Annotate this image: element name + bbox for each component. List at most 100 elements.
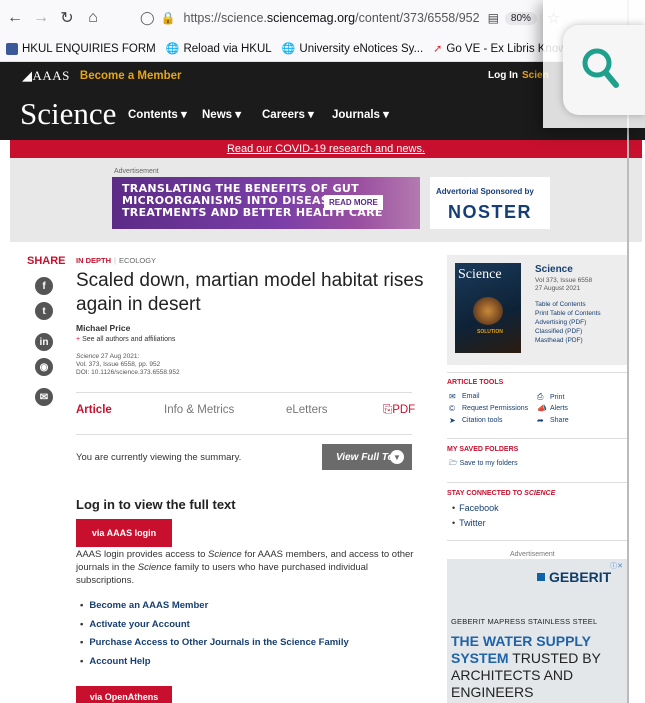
geberit-logo: GEBERIT — [537, 569, 611, 585]
login-heading: Log in to view the full text — [76, 497, 236, 512]
reddit-icon[interactable]: ◉ — [35, 358, 53, 376]
ad-read-more-button[interactable]: READ MORE — [324, 195, 383, 210]
noster-logo: NOSTER — [448, 202, 533, 222]
ad-headline: THE WATER SUPPLY SYSTEM TRUSTED BY ARCHIT… — [451, 633, 601, 700]
covid-link[interactable]: Read our COVID-19 research and news. — [227, 143, 425, 155]
bookmark-item[interactable]: HKUL ENQUIRIES FORM — [6, 42, 156, 55]
become-member-link[interactable]: Become a Member — [80, 70, 182, 82]
ad-choices-icon[interactable]: ⓘ✕ — [610, 561, 623, 571]
shield-icon[interactable]: ◯ — [140, 10, 155, 26]
tab-pdf[interactable]: ⎘PDF — [383, 404, 415, 417]
citation-info: Science 27 Aug 2021: Vol. 373, Issue 655… — [76, 353, 180, 376]
email-icon[interactable]: ✉ — [35, 388, 53, 406]
bookmark-item[interactable]: 🌐 University eNotices Sy... — [281, 42, 423, 56]
link-activate-account[interactable]: • Activate your Account — [80, 619, 190, 630]
issue-meta: Vol 373, Issue 6558 27 August 2021 — [535, 277, 593, 292]
tab-eletters[interactable]: eLetters — [286, 404, 328, 416]
link-print-toc[interactable]: Print Table of Contents — [535, 309, 601, 318]
top-advertisement: Advertisement TRANSLATING THE BENEFITS O… — [10, 158, 642, 242]
address-bar[interactable]: ◯ 🔒 https://science.sciencemag.org/conte… — [140, 6, 560, 30]
saved-folders-heading: MY SAVED FOLDERS — [447, 446, 519, 453]
folder-icon: 🗁 — [449, 460, 460, 467]
tab-info-metrics[interactable]: Info & Metrics — [164, 404, 234, 416]
tool-citation[interactable]: ➤ Citation tools — [449, 416, 502, 425]
search-icon[interactable] — [580, 44, 645, 92]
share-icon: ➦ — [537, 416, 544, 425]
linkedin-icon[interactable]: in — [35, 333, 53, 351]
globe-icon: 🌐 — [281, 43, 296, 55]
tool-alerts[interactable]: 📣 Alerts — [537, 404, 568, 413]
author-name[interactable]: Michael Price — [76, 323, 130, 333]
share-label: SHARE — [27, 255, 66, 267]
log-in-link[interactable]: Log In — [488, 70, 518, 81]
issue-links: Table of Contents Print Table of Content… — [535, 300, 601, 345]
sidebar-divider — [447, 372, 627, 373]
link-classified-pdf[interactable]: Classified (PDF) — [535, 327, 601, 336]
tabs-divider — [76, 434, 412, 435]
menu-news[interactable]: News ▾ — [202, 107, 241, 121]
globe-icon: 🌐 — [165, 43, 180, 55]
article-tools-heading: ARTICLE TOOLS — [447, 379, 504, 386]
sidebar-divider — [447, 482, 627, 483]
lock-icon[interactable]: 🔒 — [161, 11, 176, 25]
link-account-help[interactable]: • Account Help — [80, 656, 151, 667]
facebook-icon[interactable]: f — [35, 277, 53, 295]
tool-share[interactable]: ➦ Share — [537, 416, 569, 425]
aaas-login-button[interactable]: via AAAS login — [76, 519, 172, 547]
url-text[interactable]: https://science.sciencemag.org/content/3… — [184, 11, 480, 25]
tab-article[interactable]: Article — [76, 404, 112, 416]
bookmark-item[interactable]: 🌐 Reload via HKUL — [165, 42, 272, 56]
aaas-logo[interactable]: ◢AAAS — [22, 68, 70, 84]
copyright-icon: © — [449, 404, 455, 413]
twitter-icon[interactable]: t — [35, 302, 53, 320]
reader-view-icon[interactable]: ▤ — [488, 11, 499, 25]
article-title: Scaled down, martian model habitat rises… — [76, 270, 424, 315]
issue-cover-image[interactable]: Science SOLUTION — [455, 263, 521, 353]
printer-icon: ⎙ — [537, 392, 544, 401]
sidebar-divider — [447, 540, 627, 541]
covid-banner: Read our COVID-19 research and news. — [10, 140, 642, 158]
back-arrow-icon[interactable]: ← — [4, 7, 26, 29]
citation-icon: ➤ — [449, 416, 456, 425]
article-kicker: IN DEPTH | ECOLOGY — [76, 256, 157, 265]
stay-connected-heading: STAY CONNECTED TO SCIENCE — [447, 490, 556, 497]
save-to-folders-link[interactable]: 🗁 Save to my folders — [449, 459, 518, 470]
view-full-text-button[interactable]: View Full Text ▼ — [322, 444, 412, 470]
tabs-divider — [76, 392, 412, 393]
ad-banner[interactable]: TRANSLATING THE BENEFITS OF GUT MICROORG… — [112, 177, 420, 229]
reload-icon[interactable]: ↻ — [56, 7, 78, 29]
social-facebook-link[interactable]: • Facebook — [452, 503, 499, 513]
envelope-icon: ✉ — [449, 392, 456, 401]
tool-email[interactable]: ✉ Email — [449, 392, 480, 401]
zoom-level[interactable]: 80% — [504, 11, 537, 25]
ad-label: Advertisement — [510, 551, 555, 558]
science-logo[interactable]: Science — [20, 96, 116, 132]
exlibris-icon: ➚ — [433, 43, 443, 55]
advertorial-sponsor[interactable]: Advertorial Sponsored by NOSTER — [430, 177, 550, 229]
sidebar-advertisement[interactable]: ⓘ✕ GEBERIT GEBERIT MAPRESS STAINLESS STE… — [447, 559, 627, 703]
ad-label: Advertisement — [114, 168, 159, 175]
menu-journals[interactable]: Journals ▾ — [332, 107, 389, 121]
pdf-icon: ⎘ — [383, 404, 393, 416]
issue-title[interactable]: Science — [535, 264, 573, 275]
megaphone-icon: 📣 — [537, 404, 547, 413]
home-icon[interactable]: ⌂ — [82, 7, 104, 29]
openathens-login-button[interactable]: via OpenAthens — [76, 686, 172, 703]
link-become-member[interactable]: • Become an AAAS Member — [80, 600, 208, 611]
menu-contents[interactable]: Contents ▾ — [128, 107, 187, 121]
bookmark-favicon-icon — [6, 42, 18, 55]
tool-request-permissions[interactable]: © Request Permissions — [449, 404, 528, 413]
link-purchase-access[interactable]: • Purchase Access to Other Journals in th… — [80, 637, 349, 648]
chevron-down-icon: ▼ — [390, 450, 404, 464]
social-twitter-link[interactable]: • Twitter — [452, 518, 486, 528]
menu-careers[interactable]: Careers ▾ — [262, 107, 314, 121]
tool-print[interactable]: ⎙ Print — [537, 392, 564, 402]
link-advertising-pdf[interactable]: Advertising (PDF) — [535, 318, 601, 327]
login-description: AAAS login provides access to Science fo… — [76, 549, 414, 586]
sidebar-divider — [447, 438, 627, 439]
link-masthead-pdf[interactable]: Masthead (PDF) — [535, 336, 601, 345]
link-table-of-contents[interactable]: Table of Contents — [535, 300, 601, 309]
affiliations-link[interactable]: + See all authors and affiliations — [76, 336, 175, 343]
forward-arrow-icon[interactable]: → — [30, 7, 52, 29]
summary-note: You are currently viewing the summary. — [76, 452, 242, 463]
